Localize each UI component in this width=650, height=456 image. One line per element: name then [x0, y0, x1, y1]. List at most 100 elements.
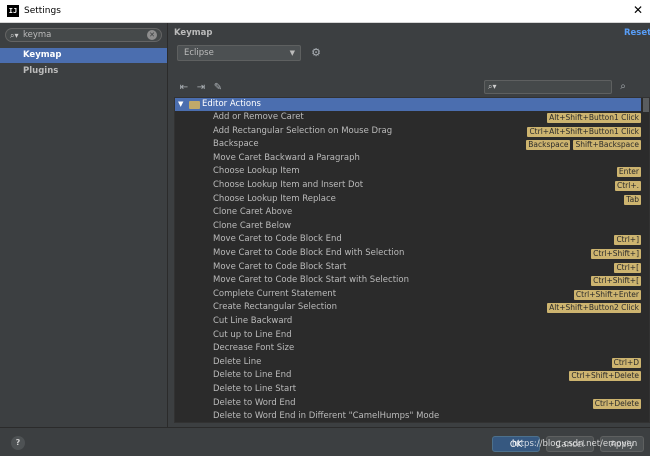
sidebar-item-keymap[interactable]: Keymap	[0, 48, 167, 63]
shortcut-list: Ctrl+Shift+[	[591, 276, 641, 287]
settings-sidebar: ⌕▾ keyma ✕ Keymap Plugins	[0, 23, 168, 427]
shortcut-badge: Ctrl+.	[614, 181, 641, 191]
shortcut-list: Ctrl+Shift+Delete	[569, 371, 641, 382]
shortcut-list: Ctrl+Alt+Shift+Button1 Click	[527, 126, 641, 137]
search-icon: ⌕▾	[10, 31, 19, 40]
action-label: Delete Line	[213, 356, 262, 367]
action-label: Move Caret to Code Block Start with Sele…	[213, 275, 409, 286]
pencil-icon[interactable]: ✎	[212, 82, 224, 94]
shortcut-badge: Ctrl+[	[614, 262, 641, 273]
sidebar-item-plugins[interactable]: Plugins	[0, 64, 167, 79]
shortcut-list: Backspace Shift+Backspace	[526, 140, 641, 151]
action-filter-input[interactable]: ⌕▾	[484, 80, 612, 94]
action-label: Add Rectangular Selection on Mouse Drag	[213, 125, 393, 136]
action-label: Delete to Line End	[213, 370, 292, 381]
action-label: Clone Caret Above	[213, 207, 293, 218]
action-label: Decrease Font Size	[213, 343, 295, 354]
action-label: Delete to Line Start	[213, 384, 297, 394]
search-value: keyma	[23, 30, 52, 40]
action-row[interactable]: Backspace Backspace Shift+Backspace	[213, 138, 641, 152]
action-label: Move Caret Backward a Paragraph	[213, 152, 360, 163]
chevron-down-icon: ▼	[289, 49, 295, 57]
action-row[interactable]: Choose Lookup Item Enter	[213, 165, 641, 179]
keymap-panel: Keymap Reset Eclipse ▼ ⚙ ⇤ ⇥ ✎ ⌕▾ ⌕ ▼ Ed…	[168, 23, 650, 427]
expand-triangle-icon[interactable]: ▼	[178, 98, 183, 111]
shortcut-badge: Ctrl+Delete	[592, 398, 641, 409]
action-label: Choose Lookup Item	[213, 166, 300, 177]
window-title: Settings	[24, 6, 61, 16]
settings-search-input[interactable]: ⌕▾ keyma ✕	[5, 28, 162, 42]
action-row[interactable]: Cut up to Line End	[213, 329, 641, 343]
action-row[interactable]: Cut Line Backward	[213, 315, 641, 329]
shortcut-list: Alt+Shift+Button1 Click	[547, 113, 641, 123]
action-row[interactable]: Choose Lookup Item Replace Tab	[213, 193, 641, 207]
folder-icon	[189, 101, 200, 109]
action-row[interactable]: Create Rectangular Selection Alt+Shift+Bu…	[213, 301, 641, 315]
app-logo-icon: IJ	[7, 5, 19, 17]
shortcut-list: Ctrl+Shift+]	[591, 249, 641, 259]
shortcut-list: Ctrl+]	[614, 235, 641, 246]
action-label: Add or Remove Caret	[213, 112, 304, 122]
action-row[interactable]: Delete Line Ctrl+D	[213, 356, 641, 370]
action-row[interactable]: Move Caret to Code Block End Ctrl+]	[213, 233, 641, 247]
help-button[interactable]: ?	[11, 436, 25, 450]
shortcut-badge: Tab	[624, 194, 641, 205]
action-row[interactable]: Move Caret to Code Block Start with Sele…	[213, 274, 641, 288]
tree-group-editor-actions[interactable]: ▼ Editor Actions	[175, 98, 641, 111]
shortcut-list: Enter	[616, 167, 641, 178]
action-row[interactable]: Move Caret Backward a Paragraph	[213, 152, 641, 166]
page-title: Keymap	[174, 28, 213, 38]
action-row[interactable]: Choose Lookup Item and Insert Dot Ctrl+.	[213, 179, 641, 193]
shortcut-badge: Ctrl+]	[614, 235, 641, 246]
shortcut-badge: Ctrl+Shift+Delete	[569, 371, 641, 382]
action-label: Move Caret to Code Block End with Select…	[213, 248, 405, 258]
shortcut-badge: Shift+Backspace	[573, 140, 641, 151]
action-row[interactable]: Add or Remove Caret Alt+Shift+Button1 Cli…	[213, 111, 641, 125]
action-label: Delete to Word End in Different "CamelHu…	[213, 411, 440, 422]
find-shortcut-icon[interactable]: ⌕	[617, 81, 629, 93]
shortcut-list: Ctrl+Delete	[592, 398, 641, 409]
clear-search-icon[interactable]: ✕	[147, 30, 157, 40]
scrollbar[interactable]	[643, 98, 649, 112]
shortcut-list: Alt+Shift+Button2 Click	[547, 303, 641, 314]
close-icon[interactable]: ✕	[630, 2, 646, 18]
action-label: Move Caret to Code Block Start	[213, 261, 347, 272]
action-label: Clone Caret Below	[213, 220, 292, 231]
action-label: Create Rectangular Selection	[213, 302, 338, 313]
scheme-value: Eclipse	[184, 48, 214, 58]
action-row[interactable]: Decrease Font Size	[213, 342, 641, 356]
search-icon: ⌕▾	[488, 82, 497, 91]
action-row[interactable]: Delete to Word End in Different "CamelHu…	[213, 410, 641, 422]
action-label: Delete to Word End	[213, 397, 296, 408]
shortcut-badge: Ctrl+D	[611, 357, 641, 368]
action-row[interactable]: Delete to Line Start	[213, 383, 641, 397]
keymap-scheme-select[interactable]: Eclipse ▼	[177, 45, 301, 61]
action-row[interactable]: Move Caret to Code Block Start Ctrl+[	[213, 261, 641, 275]
action-label: Complete Current Statement	[213, 288, 337, 299]
action-row[interactable]: Clone Caret Below	[213, 220, 641, 234]
action-label: Choose Lookup Item and Insert Dot	[213, 180, 364, 190]
shortcut-badge: Ctrl+Alt+Shift+Button1 Click	[527, 126, 641, 137]
collapse-all-icon[interactable]: ⇥	[195, 82, 207, 94]
gear-icon[interactable]: ⚙	[309, 45, 323, 61]
dialog-footer: ? OK Cancel Apply https://blog.csdn.net/…	[0, 427, 650, 456]
action-row[interactable]: Add Rectangular Selection on Mouse Drag C…	[213, 125, 641, 139]
shortcut-badge: Ctrl+Shift+]	[591, 249, 641, 259]
action-row[interactable]: Move Caret to Code Block End with Select…	[213, 247, 641, 261]
shortcut-badge: Backspace	[526, 140, 571, 151]
shortcut-list: Ctrl+D	[611, 357, 641, 368]
reset-link[interactable]: Reset	[624, 28, 650, 38]
shortcut-badge: Alt+Shift+Button1 Click	[547, 113, 641, 123]
group-label: Editor Actions	[202, 99, 261, 109]
action-row[interactable]: Complete Current Statement Ctrl+Shift+Ent…	[213, 288, 641, 302]
shortcut-list: Ctrl+.	[614, 181, 641, 191]
action-row[interactable]: Delete to Word End Ctrl+Delete	[213, 397, 641, 411]
expand-all-icon[interactable]: ⇤	[178, 82, 190, 94]
action-label: Cut Line Backward	[213, 316, 293, 326]
action-label: Choose Lookup Item Replace	[213, 193, 336, 204]
shortcut-list: Tab	[624, 194, 641, 205]
action-row[interactable]: Delete to Line End Ctrl+Shift+Delete	[213, 369, 641, 383]
action-row[interactable]: Clone Caret Above	[213, 206, 641, 220]
shortcut-badge: Ctrl+Shift+Enter	[573, 289, 641, 300]
action-label: Move Caret to Code Block End	[213, 234, 342, 245]
